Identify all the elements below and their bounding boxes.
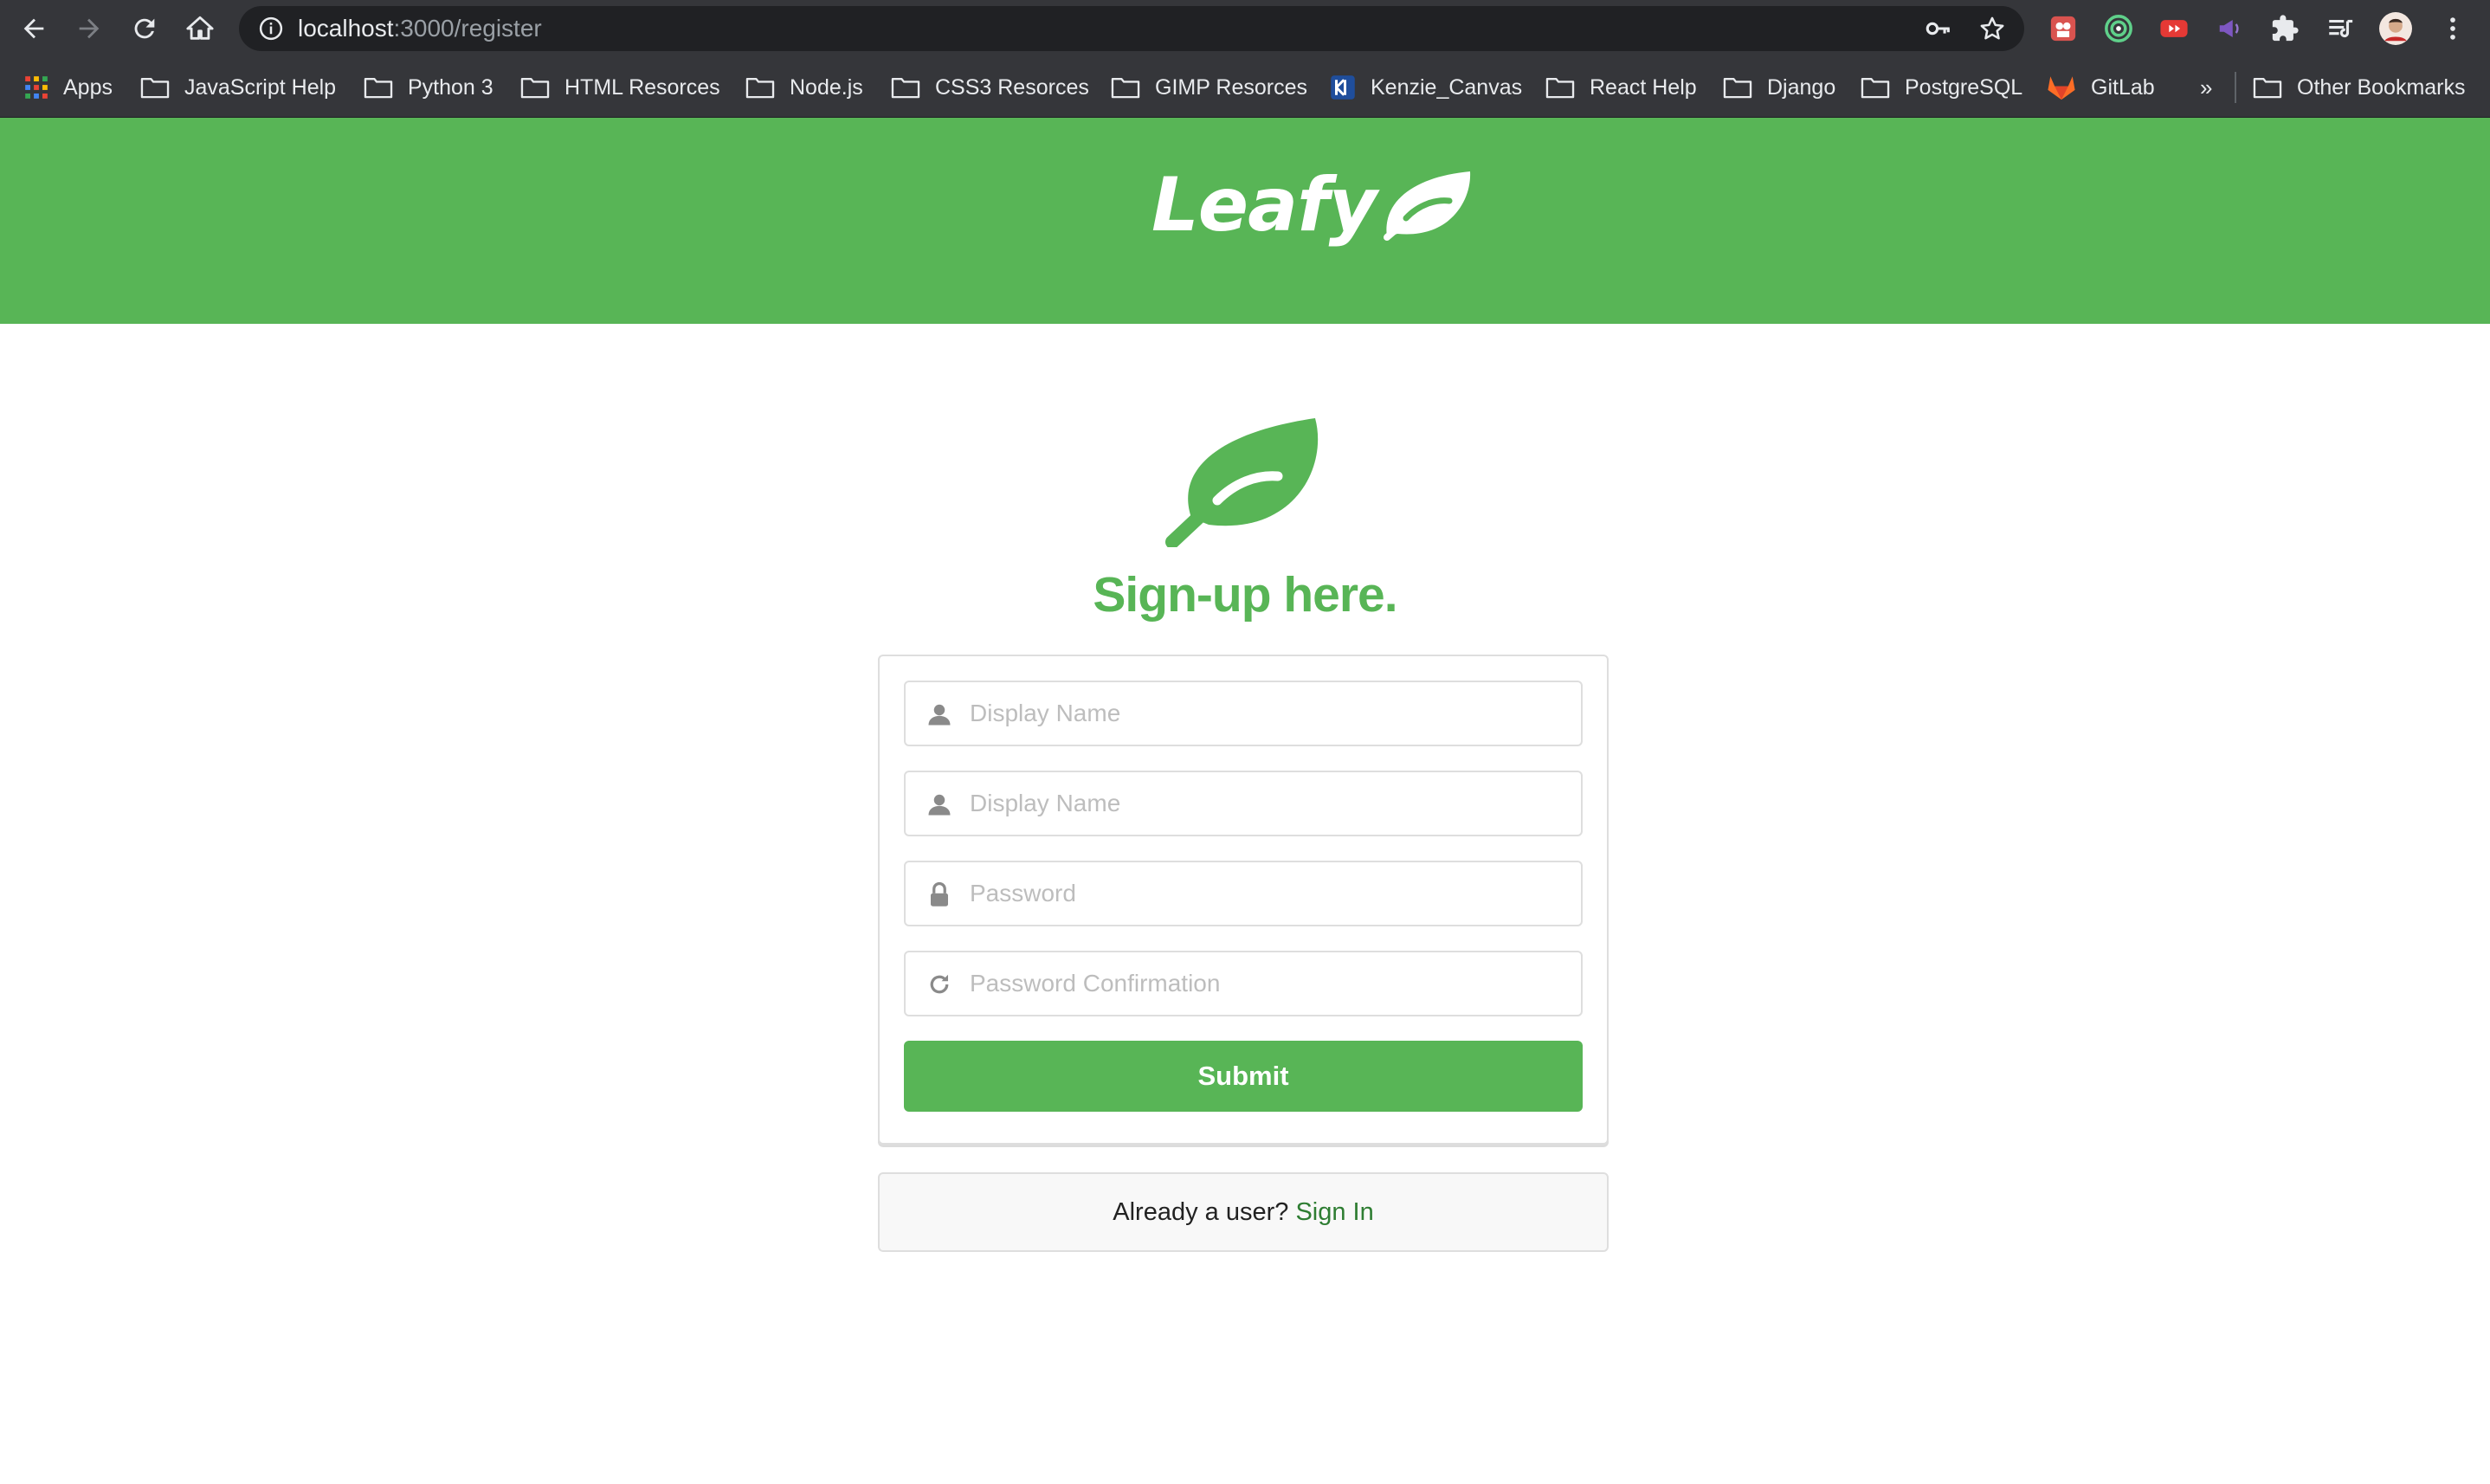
overflow-chevron-icon: » — [2200, 74, 2213, 100]
bookmarks-separator — [2235, 72, 2236, 103]
folder-icon — [1723, 78, 1752, 99]
extensions-puzzle-icon[interactable] — [2268, 12, 2301, 45]
signin-link[interactable]: Sign In — [1295, 1198, 1373, 1226]
password-confirmation-field[interactable] — [904, 951, 1583, 1016]
bookmark-label: GitLab — [2091, 74, 2155, 100]
bookmark-label: Kenzie_Canvas — [1371, 74, 1523, 100]
url-text[interactable]: localhost:3000/register — [298, 6, 542, 51]
back-arrow-icon — [23, 18, 44, 39]
kenzie-icon — [1331, 75, 1355, 100]
display-name-field-2[interactable] — [904, 771, 1583, 836]
bookmark-gimp-resorces[interactable]: GIMP Resorces — [1111, 57, 1307, 118]
display-name-input[interactable] — [970, 682, 1567, 745]
extension-video-icon[interactable] — [2158, 12, 2190, 45]
brand-name: Leafy — [1151, 162, 1377, 248]
signin-prompt-text: Already a user? — [1113, 1198, 1289, 1226]
bookmark-html-resorces[interactable]: HTML Resorces — [520, 57, 720, 118]
folder-icon — [1111, 78, 1140, 99]
bookmark-gitlab[interactable]: GitLab — [2047, 57, 2155, 118]
back-button[interactable] — [10, 5, 57, 52]
folder-icon — [140, 78, 170, 99]
bookmark-python-3[interactable]: Python 3 — [364, 57, 493, 118]
url-path: :3000/register — [393, 15, 542, 42]
bookmark-label: PostgreSQL — [1905, 74, 2023, 100]
reload-icon — [134, 18, 155, 39]
url-host: localhost — [298, 15, 394, 42]
browser-menu-icon[interactable] — [2436, 12, 2469, 45]
password-field[interactable] — [904, 861, 1583, 926]
bookmark-react-help[interactable]: React Help — [1545, 57, 1697, 118]
bookmark-postgresql[interactable]: PostgreSQL — [1861, 57, 2022, 118]
bookmark-label: Node.js — [790, 74, 863, 100]
forward-button[interactable] — [66, 5, 113, 52]
reading-list-icon[interactable] — [2324, 12, 2357, 45]
leaf-hero-icon — [1165, 418, 1319, 547]
signin-prompt-box: Already a user? Sign In — [878, 1172, 1609, 1252]
lock-icon — [931, 881, 948, 907]
folder-icon — [520, 78, 550, 99]
reload-button[interactable] — [121, 5, 168, 52]
home-icon — [186, 16, 214, 40]
bookmark-apps[interactable]: Apps — [24, 57, 113, 118]
site-header: Leafy — [0, 118, 2490, 324]
brand-logo[interactable]: Leafy — [1151, 158, 1475, 253]
bookmark-label: HTML Resorces — [564, 74, 720, 100]
user-icon — [928, 794, 951, 816]
user-icon — [928, 704, 951, 726]
bookmark-label: Django — [1767, 74, 1836, 100]
forward-arrow-icon — [79, 18, 100, 39]
bookmark-label: React Help — [1590, 74, 1697, 100]
bookmark-kenzie-canvas[interactable]: Kenzie_Canvas — [1330, 57, 1522, 118]
extension-target-icon[interactable] — [2102, 12, 2135, 45]
folder-icon — [364, 78, 393, 99]
page-title: Sign-up here. — [1093, 567, 1397, 623]
leaf-logo-icon — [1383, 171, 1470, 241]
display-name-input-2[interactable] — [970, 772, 1567, 835]
display-name-field[interactable] — [904, 681, 1583, 746]
extension-megaphone-icon[interactable] — [2213, 12, 2246, 45]
folder-icon — [891, 78, 920, 99]
refresh-icon — [930, 974, 949, 994]
bookmarks-bar: Apps JavaScript Help Python 3 HTML Resor… — [0, 57, 2490, 118]
bookmark-other-bookmarks[interactable]: Other Bookmarks — [2253, 57, 2466, 118]
folder-icon — [745, 78, 775, 99]
home-button[interactable] — [177, 5, 223, 52]
bookmark-label: Other Bookmarks — [2297, 74, 2466, 100]
extension-gift-icon[interactable] — [2047, 12, 2080, 45]
gitlab-icon — [2048, 76, 2075, 100]
bookmark-django[interactable]: Django — [1723, 57, 1835, 118]
bookmark-label: GIMP Resorces — [1155, 74, 1307, 100]
folder-icon — [1545, 78, 1575, 99]
address-bar[interactable]: localhost:3000/register — [239, 6, 2024, 51]
bookmark-javascript-help[interactable]: JavaScript Help — [140, 57, 336, 118]
info-icon[interactable] — [258, 16, 284, 42]
apps-grid-icon — [25, 76, 48, 99]
profile-avatar[interactable] — [2379, 12, 2412, 45]
signup-form: Submit — [878, 655, 1609, 1145]
bookmark-css3-resorces[interactable]: CSS3 Resorces — [891, 57, 1089, 118]
bookmark-label: JavaScript Help — [184, 74, 337, 100]
submit-button[interactable]: Submit — [904, 1041, 1583, 1112]
bookmark-label: Python 3 — [408, 74, 493, 100]
browser-toolbar: localhost:3000/register — [0, 0, 2490, 57]
bookmark-star-icon[interactable] — [1977, 14, 2007, 43]
key-icon[interactable] — [1924, 14, 1953, 43]
password-confirmation-input[interactable] — [970, 952, 1567, 1015]
folder-icon — [2253, 78, 2282, 99]
bookmark-label: CSS3 Resorces — [935, 74, 1089, 100]
bookmarks-overflow-button[interactable]: » — [2200, 57, 2212, 118]
bookmark-label: Apps — [63, 74, 113, 100]
password-input[interactable] — [970, 862, 1567, 925]
bookmark-nodejs[interactable]: Node.js — [745, 57, 863, 118]
folder-icon — [1861, 78, 1890, 99]
